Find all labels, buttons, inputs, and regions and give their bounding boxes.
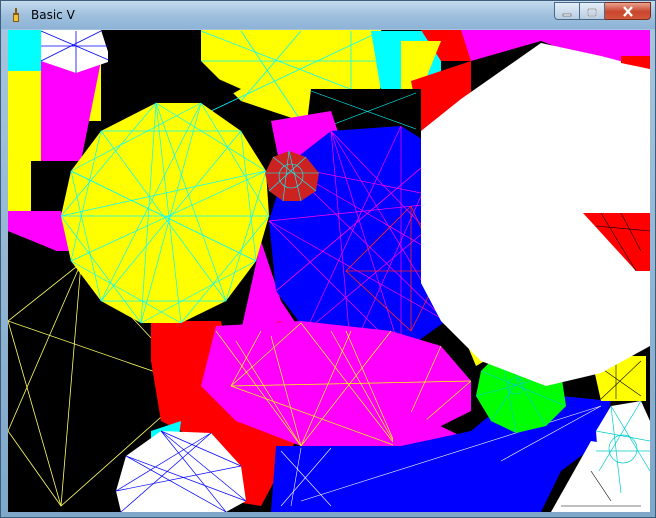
maximize-button[interactable] (580, 2, 605, 20)
maximize-icon (587, 2, 597, 21)
app-window: Basic V (0, 0, 656, 518)
minimize-button[interactable] (554, 2, 580, 20)
caption-buttons (554, 2, 651, 21)
window-title: Basic V (31, 8, 75, 22)
title-bar[interactable]: Basic V (1, 1, 655, 29)
app-icon[interactable] (8, 7, 24, 23)
graphics-canvas[interactable] (8, 30, 650, 512)
polygon-drawing (8, 30, 650, 512)
minimize-icon (562, 2, 572, 21)
close-button[interactable] (605, 2, 651, 20)
close-icon (622, 2, 634, 21)
